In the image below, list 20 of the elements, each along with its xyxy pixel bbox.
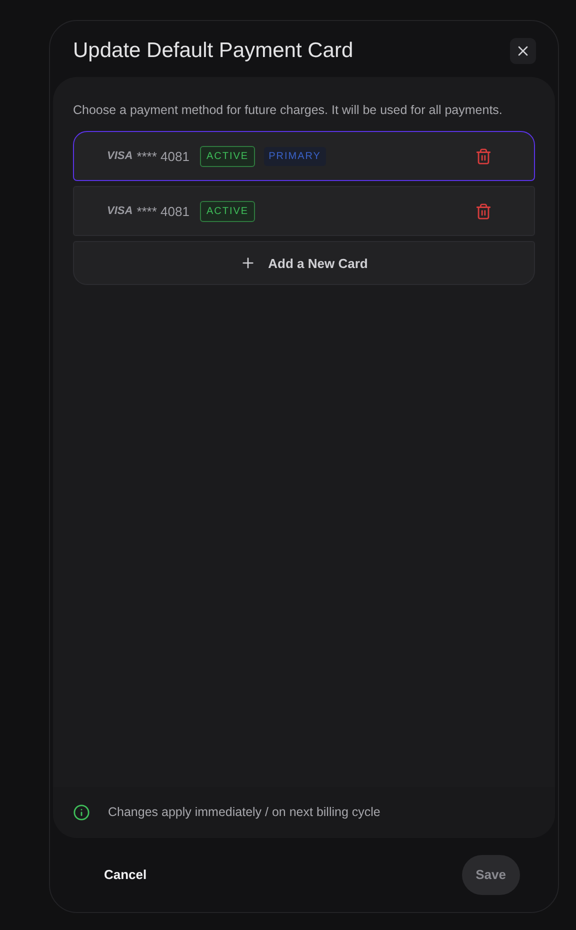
status-badge: PRIMARY: [264, 146, 326, 166]
close-button[interactable]: [510, 38, 536, 64]
info-note: Changes apply immediately / on next billing cycle: [108, 804, 380, 822]
card-brand: VISA: [107, 149, 133, 164]
status-badge: ACTIVE: [200, 200, 255, 222]
card-number: **** 4081: [136, 202, 190, 220]
card-brand: VISA: [107, 204, 133, 219]
add-card-button[interactable]: Add a New Card: [73, 241, 535, 286]
dialog-title: Update Default Payment Card: [73, 38, 354, 64]
description: Choose a payment method for future charges. It will be used for all payments.: [73, 102, 504, 119]
delete-button[interactable]: [475, 148, 492, 165]
trash-icon: [475, 202, 492, 220]
status-badge: ACTIVE: [200, 146, 255, 167]
trash-icon: [475, 148, 492, 165]
payment-card-row[interactable]: VISA **** 4081 ACTIVE PRIMARY: [73, 131, 535, 182]
card-number: **** 4081: [136, 148, 190, 166]
info-icon: [73, 804, 90, 821]
payment-card-row[interactable]: VISA **** 4081 ACTIVE: [73, 186, 535, 236]
delete-button[interactable]: [475, 202, 492, 220]
cancel-button[interactable]: Cancel: [83, 855, 168, 895]
